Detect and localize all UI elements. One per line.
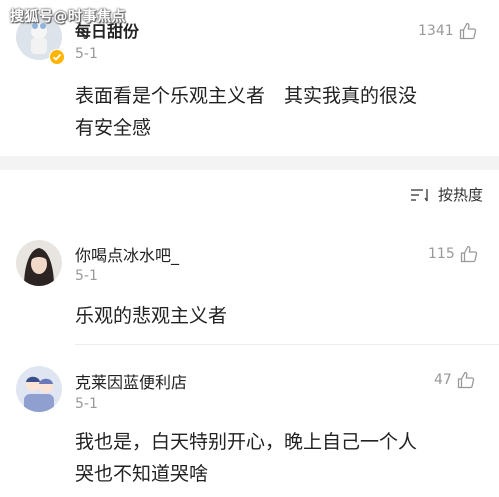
comment-text-line: 我也是，白天特别开心，晚上自己一个人 [75, 431, 418, 453]
like-button[interactable]: 115 [428, 244, 479, 264]
comment-text-line: 表面看是个乐观主义者 其实我真的很没 [75, 85, 418, 107]
like-button[interactable]: 1341 [418, 21, 478, 41]
like-count: 47 [434, 372, 452, 388]
watermark: 搜狐号@时事焦点 [10, 9, 126, 25]
sort-toggle[interactable]: 按热度 [410, 184, 483, 205]
comment-text-line: 哭也不知道哭啥 [75, 463, 209, 485]
comment-text-line: 乐观的悲观主义者 [75, 305, 228, 327]
avatar-image [16, 240, 62, 286]
username[interactable]: 你喝点冰水吧_ [75, 242, 179, 266]
avatar[interactable] [16, 240, 62, 286]
section-divider [0, 156, 499, 170]
comment-date: 5-1 [75, 46, 98, 62]
like-button[interactable]: 47 [434, 370, 476, 390]
avatar[interactable] [16, 366, 62, 412]
comment-date: 5-1 [75, 396, 98, 412]
comment-date: 5-1 [75, 268, 98, 284]
comment-page: 搜狐号@时事焦点 每日甜份 5-1 1341 表面看是个乐观主义者 其实我真的很 [0, 0, 499, 497]
thumbs-up-icon [460, 245, 477, 263]
like-count: 1341 [418, 23, 454, 39]
avatar-image [16, 366, 62, 412]
comment-text-line: 有安全感 [75, 117, 152, 139]
sort-icon [410, 188, 428, 201]
sort-label: 按热度 [437, 186, 483, 204]
thumbs-up-icon [459, 22, 476, 40]
thumbs-up-icon [457, 371, 475, 389]
username[interactable]: 克莱因蓝便利店 [75, 369, 187, 393]
verified-badge-icon [49, 49, 65, 65]
comment-divider [75, 344, 499, 345]
like-count: 115 [428, 246, 455, 262]
